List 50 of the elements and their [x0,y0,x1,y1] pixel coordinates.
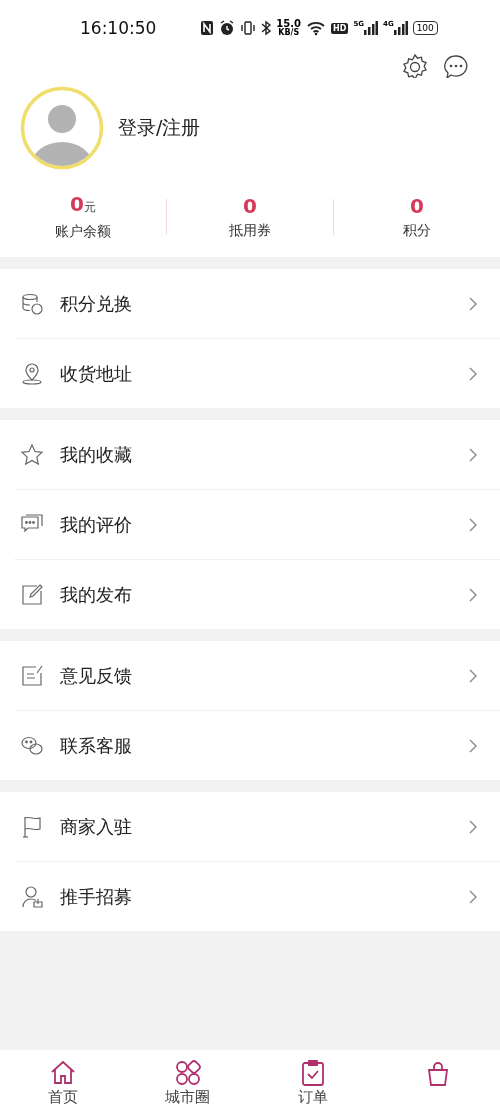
stat-label: 积分 [403,221,431,240]
battery-level: 100 [412,21,438,35]
chevron-right-icon [468,365,478,382]
alarm-icon [219,20,236,36]
stat-label: 账户余额 [55,223,111,241]
star-icon [20,442,44,467]
login-register-link[interactable]: 登录/注册 [118,115,201,141]
bluetooth-icon [261,20,272,36]
chevron-right-icon [468,586,478,603]
person-icon [20,884,44,909]
menu-item[interactable]: 我的收藏 [0,420,500,489]
edit-icon [20,582,44,607]
nfc-icon [200,20,215,36]
note-icon [20,663,44,688]
chevron-right-icon [468,737,478,754]
menu-item[interactable]: 意见反馈 [0,641,500,710]
signal-icon [393,21,408,35]
chevron-right-icon [468,295,478,312]
location-pin-icon [20,361,44,386]
menu-item[interactable]: 我的发布 [14,559,500,629]
signal-icon [364,21,378,35]
stat-value: 0 [70,192,84,216]
menu-item[interactable]: 推手招募 [14,861,500,931]
tab-bar-item[interactable]: 首页 [0,1050,125,1116]
stat-value: 0 [410,193,424,218]
vibrate-icon [240,20,257,36]
status-time: 16:10:50 [80,18,157,38]
tab-bar-item[interactable]: 城市圈 [125,1050,250,1116]
menu-item[interactable]: 我的评价 [14,489,500,559]
coins-icon [20,291,44,316]
menu-item[interactable]: 收货地址 [14,338,500,408]
stat-value: 0 [243,193,257,218]
wifi-icon [306,20,327,36]
tab-bar-item[interactable]: 订单 [250,1050,375,1116]
chevron-right-icon [468,667,478,684]
flag-icon [20,814,44,839]
stat-unit: 元 [83,200,96,214]
chevron-right-icon [468,446,478,463]
menu-item[interactable]: 联系客服 [14,710,500,780]
chevron-right-icon [468,818,478,835]
menu-item[interactable]: 商家入驻 [0,792,500,861]
network-speed: 15.0 [276,19,302,29]
grid-icon [173,1059,202,1087]
menu-item[interactable]: 积分兑换 [0,269,500,338]
speed-unit: KB/S [278,29,300,37]
chevron-right-icon [468,516,478,533]
chevron-right-icon [468,888,478,905]
message-icon[interactable] [442,53,470,81]
stat-label: 抵用券 [229,221,271,240]
hd-badge: HD [331,22,349,34]
